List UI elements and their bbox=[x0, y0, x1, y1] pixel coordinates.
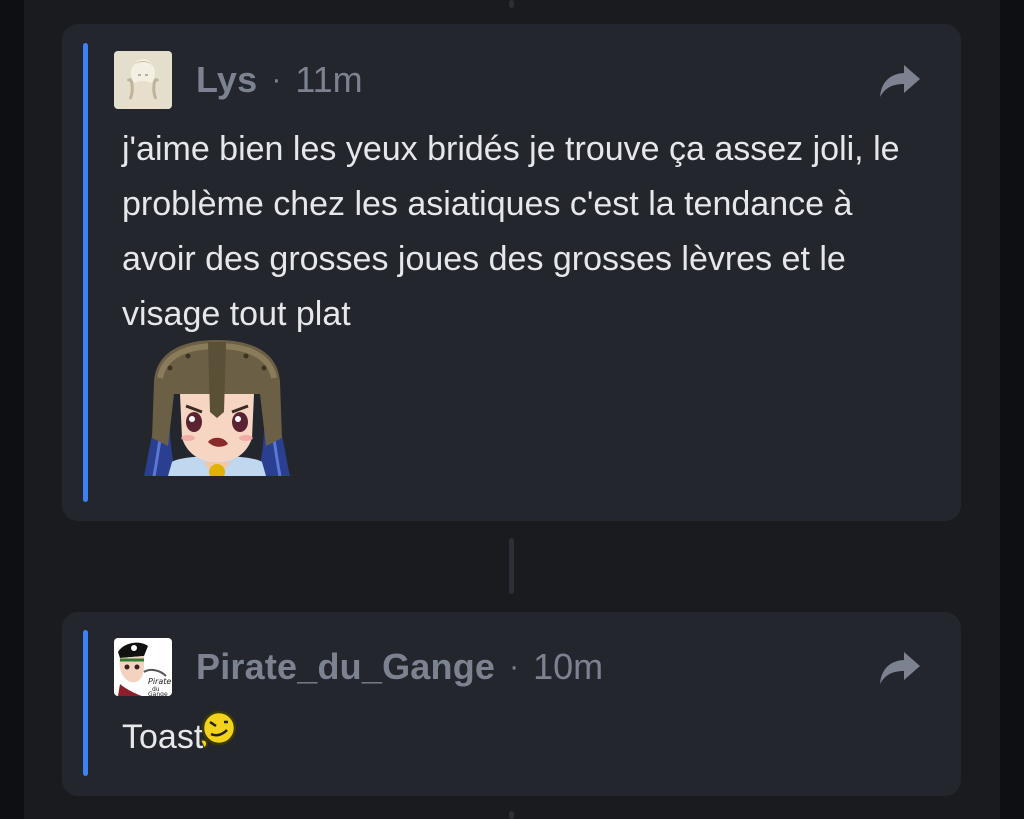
author-name[interactable]: Lys bbox=[196, 59, 257, 101]
share-arrow-icon bbox=[880, 65, 920, 97]
post-text-row: Toast bbox=[122, 710, 931, 765]
post-timestamp: 11m bbox=[295, 59, 363, 100]
thread-connector-bottom bbox=[509, 811, 514, 819]
quote-accent-bar bbox=[83, 43, 88, 502]
author-name[interactable]: Pirate_du_Gange bbox=[196, 646, 495, 688]
svg-text:Gange: Gange bbox=[148, 691, 168, 696]
meta-separator: · bbox=[509, 650, 520, 683]
post-card[interactable]: Pirate du Gange Pirate_du_Gange · 10m To… bbox=[62, 612, 961, 796]
squinting-smiley-emoji bbox=[200, 710, 237, 749]
post-header: Lys · 11m bbox=[114, 51, 363, 109]
avatar[interactable] bbox=[114, 51, 172, 109]
post-text: j'aime bien les yeux bridés je trouve ça… bbox=[122, 130, 900, 333]
post-timestamp: 10m bbox=[533, 646, 604, 687]
share-arrow-icon bbox=[880, 652, 920, 684]
helmet-girl-sticker[interactable] bbox=[142, 338, 292, 480]
post-text: Toast bbox=[122, 718, 204, 756]
post-header: Pirate du Gange Pirate_du_Gange · 10m bbox=[114, 638, 603, 696]
share-button[interactable] bbox=[877, 645, 923, 691]
svg-text:Pirate: Pirate bbox=[148, 677, 171, 686]
meta-separator: · bbox=[271, 63, 282, 96]
quote-accent-bar bbox=[83, 630, 88, 776]
share-button[interactable] bbox=[877, 58, 923, 104]
thread-connector-middle bbox=[509, 538, 514, 594]
page: Lys · 11m j'aime bien les yeux bridés je… bbox=[0, 0, 1024, 819]
thread-connector-top bbox=[509, 0, 514, 8]
avatar[interactable]: Pirate du Gange bbox=[114, 638, 172, 696]
post-card[interactable]: Lys · 11m j'aime bien les yeux bridés je… bbox=[62, 24, 961, 521]
